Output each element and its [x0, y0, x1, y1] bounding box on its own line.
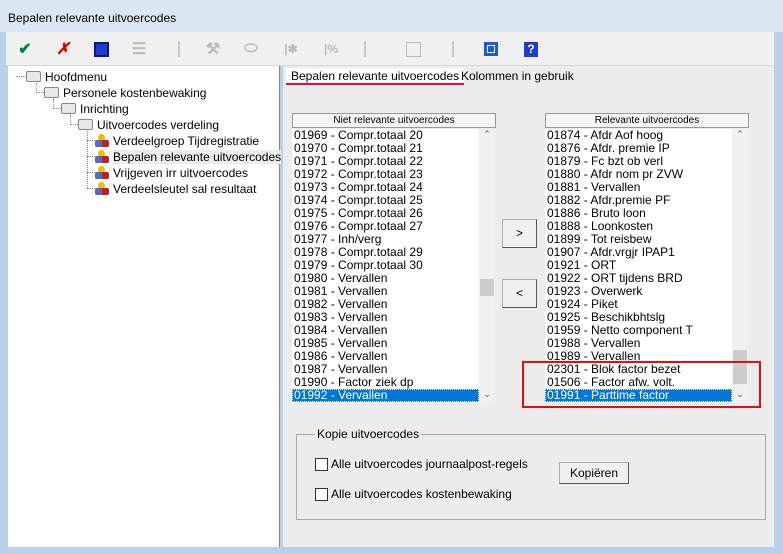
scroll-up-icon[interactable]: ⌃ — [732, 129, 748, 143]
check-icon[interactable]: ✔ — [14, 38, 36, 60]
kopie-uitvoercodes-group: Kopie uitvoercodes Alle uitvoercodes jou… — [296, 427, 766, 520]
add-button[interactable]: > — [502, 219, 537, 248]
folder-icon — [44, 87, 59, 98]
help-icon[interactable]: ? — [520, 38, 542, 60]
checkbox-box[interactable] — [315, 457, 328, 471]
highlight-box — [522, 361, 761, 408]
tree-item-verdeelgroep[interactable]: Verdeelgroep Tijdregistratie — [95, 133, 259, 148]
navigation-tree: Hoofdmenu Personele kostenbewaking Inric… — [8, 66, 282, 547]
folder-icon — [61, 103, 76, 114]
wrench-icon[interactable]: ⚒ — [202, 38, 224, 60]
tree-item-hoofdmenu[interactable]: Hoofdmenu — [26, 69, 107, 84]
tree-item-vrijgeven[interactable]: Vrijgeven irr uitvoercodes — [95, 165, 248, 180]
users-icon — [95, 166, 109, 179]
users-icon — [95, 182, 109, 195]
users-icon — [95, 134, 109, 147]
left-listbox[interactable]: 01969 - Compr.totaal 20 01970 - Compr.tot… — [292, 129, 495, 403]
tree-item-uitvoercodes-verdeling[interactable]: Uitvoercodes verdeling — [78, 117, 219, 132]
left-scrollbar[interactable]: ⌃ ⌄ — [479, 129, 495, 403]
formula-icon[interactable]: |% — [320, 38, 342, 60]
kopieren-button[interactable]: Kopiëren — [559, 462, 629, 484]
scroll-thumb[interactable] — [480, 279, 494, 296]
tree-item-bepalen-relevante[interactable]: Bepalen relevante uitvoercodes — [95, 149, 282, 164]
window-title: Bepalen relevante uitvoercodes — [8, 11, 177, 25]
checkbox-box[interactable] — [315, 487, 328, 501]
eraser-icon[interactable]: ⬭ — [240, 38, 262, 60]
scroll-down-icon[interactable]: ⌄ — [479, 389, 495, 403]
blank-icon[interactable] — [402, 38, 424, 60]
tree-item-inrichting[interactable]: Inrichting — [61, 101, 129, 116]
list-item[interactable]: 01992 - Vervallen — [292, 389, 479, 402]
right-list-header[interactable]: Relevante uitvoercodes — [545, 113, 749, 128]
wand-icon[interactable]: |✱ — [280, 38, 302, 60]
tree-item-personele-kostenbewaking[interactable]: Personele kostenbewaking — [44, 85, 206, 100]
tree-item-verdeelsleutel[interactable]: Verdeelsleutel sal resultaat — [95, 181, 256, 196]
tab-kolommen-in-gebruik[interactable]: Kolommen in gebruik — [456, 68, 579, 85]
tab-bepalen-relevante[interactable]: Bepalen relevante uitvoercodes — [286, 68, 465, 85]
title-bar: Bepalen relevante uitvoercodes — [0, 0, 783, 32]
main-panel: Bepalen relevante uitvoercodes Kolommen … — [283, 66, 774, 547]
remove-button[interactable]: < — [502, 279, 537, 308]
window-icon[interactable] — [480, 38, 502, 60]
folder-icon — [78, 119, 93, 130]
folder-icon — [26, 71, 41, 82]
users-icon — [95, 150, 109, 163]
cancel-icon[interactable]: ✗ — [52, 38, 74, 60]
checkbox-journaalpost[interactable]: Alle uitvoercodes journaalpost-regels — [315, 457, 528, 471]
checkbox-kostenbewaking[interactable]: Alle uitvoercodes kostenbewaking — [315, 487, 512, 501]
save-icon[interactable] — [90, 38, 112, 60]
group-title: Kopie uitvoercodes — [315, 427, 422, 441]
toolbar: ✔ ✗ ☰ ⚒ ⬭ |✱ |% ? — [6, 32, 774, 66]
left-list-header[interactable]: Niet relevante uitvoercodes — [292, 113, 496, 128]
scroll-up-icon[interactable]: ⌃ — [479, 129, 495, 143]
list-icon[interactable]: ☰ — [128, 38, 150, 60]
